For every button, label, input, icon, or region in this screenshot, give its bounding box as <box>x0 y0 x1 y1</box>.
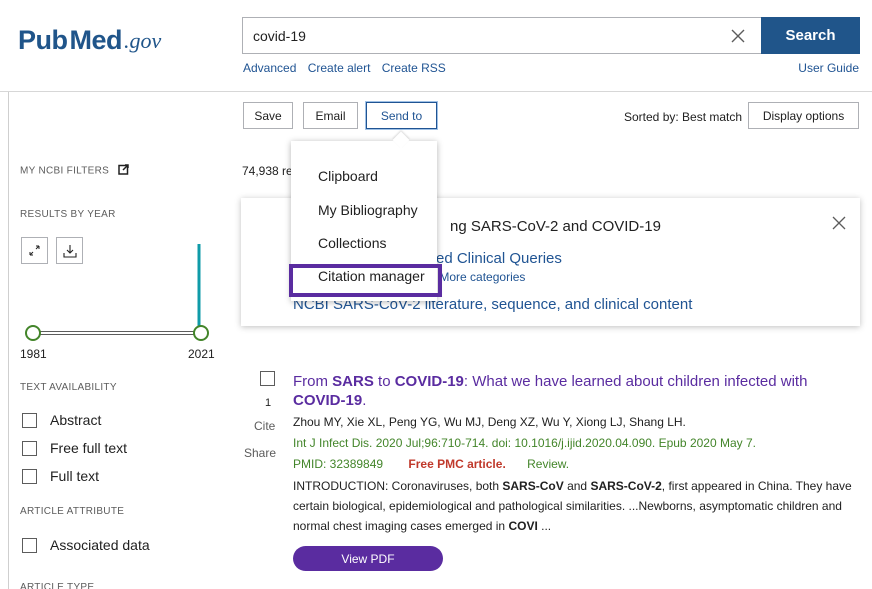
review-badge: Review. <box>527 457 570 471</box>
citation-manager-highlight <box>289 264 442 297</box>
header-links: Advanced Create alert Create RSS <box>243 61 454 75</box>
more-categories-link[interactable]: More categories <box>439 270 525 284</box>
title-part-bold: COVID-19 <box>394 373 464 390</box>
menu-item-clipboard[interactable]: Clipboard <box>318 168 378 184</box>
my-ncbi-filters-label: MY NCBI FILTERS <box>20 165 110 177</box>
full-text-checkbox[interactable] <box>22 468 37 484</box>
title-part-bold: COVID-19 <box>293 392 363 409</box>
send-to-button[interactable]: Send to <box>366 102 437 129</box>
user-guide-link[interactable]: User Guide <box>798 61 859 75</box>
associated-data-label: Associated data <box>50 537 150 553</box>
logo-med: Med <box>69 25 123 55</box>
menu-item-my-bibliography[interactable]: My Bibliography <box>318 202 418 218</box>
text-availability-heading: TEXT AVAILABILITY <box>20 382 117 393</box>
snippet-part: INTRODUCTION: Coronaviruses, both <box>293 479 503 493</box>
result-meta: PMID: 32389849 Free PMC article. Review. <box>293 457 569 471</box>
filters-sidebar: MY NCBI FILTERS RESULTS BY YEAR 1981 202… <box>0 140 228 589</box>
free-pmc-badge: Free PMC article. <box>408 457 506 471</box>
create-alert-link[interactable]: Create alert <box>308 61 371 75</box>
year-start-label: 1981 <box>20 347 47 361</box>
year-timeline[interactable] <box>20 240 220 345</box>
result-snippet: INTRODUCTION: Coronaviruses, both SARS-C… <box>293 476 855 536</box>
title-part: : What we have learned about children in… <box>463 373 808 390</box>
email-button[interactable]: Email <box>303 102 358 129</box>
my-ncbi-filters-heading[interactable]: MY NCBI FILTERS <box>20 164 129 178</box>
filter-abstract[interactable]: Abstract <box>22 412 101 428</box>
header: Pub Med .gov Search Advanced Create aler… <box>0 0 872 92</box>
cite-button[interactable]: Cite <box>254 419 275 433</box>
filter-full-text[interactable]: Full text <box>22 468 99 484</box>
result-authors: Zhou MY, Xie XL, Peng YG, Wu MJ, Deng XZ… <box>293 415 686 429</box>
results-by-year-heading: RESULTS BY YEAR <box>20 209 116 220</box>
free-full-text-checkbox[interactable] <box>22 440 37 456</box>
logo-gov: .gov <box>124 28 162 53</box>
external-link-icon <box>118 164 129 178</box>
associated-data-checkbox[interactable] <box>22 537 37 553</box>
result-select-checkbox[interactable] <box>260 371 275 386</box>
abstract-label: Abstract <box>50 412 102 428</box>
result-title-link[interactable]: From SARS to COVID-19: What we have lear… <box>293 372 853 410</box>
results-toolbar: Save Email Send to Sorted by: Best match… <box>0 92 872 140</box>
clinical-queries-link[interactable]: ed Clinical Queries <box>436 250 562 267</box>
search-button[interactable]: Search <box>761 17 860 54</box>
search-bar: Search <box>242 17 860 55</box>
logo-pub: Pub <box>18 25 68 55</box>
result-number: 1 <box>265 397 272 409</box>
year-end-handle[interactable] <box>193 325 209 341</box>
article-attribute-heading: ARTICLE ATTRIBUTE <box>20 506 125 517</box>
logo-med-box: Med <box>70 25 123 56</box>
result-count: 74,938 re <box>242 164 293 178</box>
covid-box-title: ng SARS-CoV-2 and COVID-19 <box>450 218 661 235</box>
snippet-part: and <box>563 479 591 493</box>
save-button[interactable]: Save <box>243 102 293 129</box>
year-end-label: 2021 <box>188 347 215 361</box>
full-text-label: Full text <box>50 468 100 484</box>
filter-free-full-text[interactable]: Free full text <box>22 440 127 456</box>
sort-label[interactable]: Sorted by: Best match <box>624 110 742 124</box>
title-part: . <box>362 392 367 409</box>
title-part: From <box>293 373 333 390</box>
pmid: PMID: 32389849 <box>293 457 384 471</box>
year-start-handle[interactable] <box>25 325 41 341</box>
result-citation: Int J Infect Dis. 2020 Jul;96:710-714. d… <box>293 436 756 450</box>
clear-search-icon[interactable] <box>714 17 762 54</box>
pubmed-logo[interactable]: Pub Med .gov <box>18 16 161 56</box>
filter-associated-data[interactable]: Associated data <box>22 537 150 553</box>
snippet-part: ... <box>537 519 552 533</box>
advanced-link[interactable]: Advanced <box>243 61 296 75</box>
display-options-button[interactable]: Display options <box>748 102 859 129</box>
close-icon[interactable] <box>832 210 846 236</box>
abstract-checkbox[interactable] <box>22 412 37 428</box>
title-part: to <box>373 373 395 390</box>
view-pdf-button[interactable]: View PDF <box>293 546 443 571</box>
free-full-text-label: Free full text <box>50 440 128 456</box>
menu-item-collections[interactable]: Collections <box>318 235 386 251</box>
search-input[interactable] <box>242 17 761 54</box>
article-type-heading: ARTICLE TYPE <box>20 582 95 589</box>
title-part-bold: SARS <box>332 373 374 390</box>
share-button[interactable]: Share <box>244 446 276 460</box>
snippet-part-bold: COVI <box>508 519 538 533</box>
snippet-part-bold: SARS-CoV <box>502 479 564 493</box>
create-rss-link[interactable]: Create RSS <box>382 61 446 75</box>
snippet-part-bold: SARS-CoV-2 <box>590 479 662 493</box>
